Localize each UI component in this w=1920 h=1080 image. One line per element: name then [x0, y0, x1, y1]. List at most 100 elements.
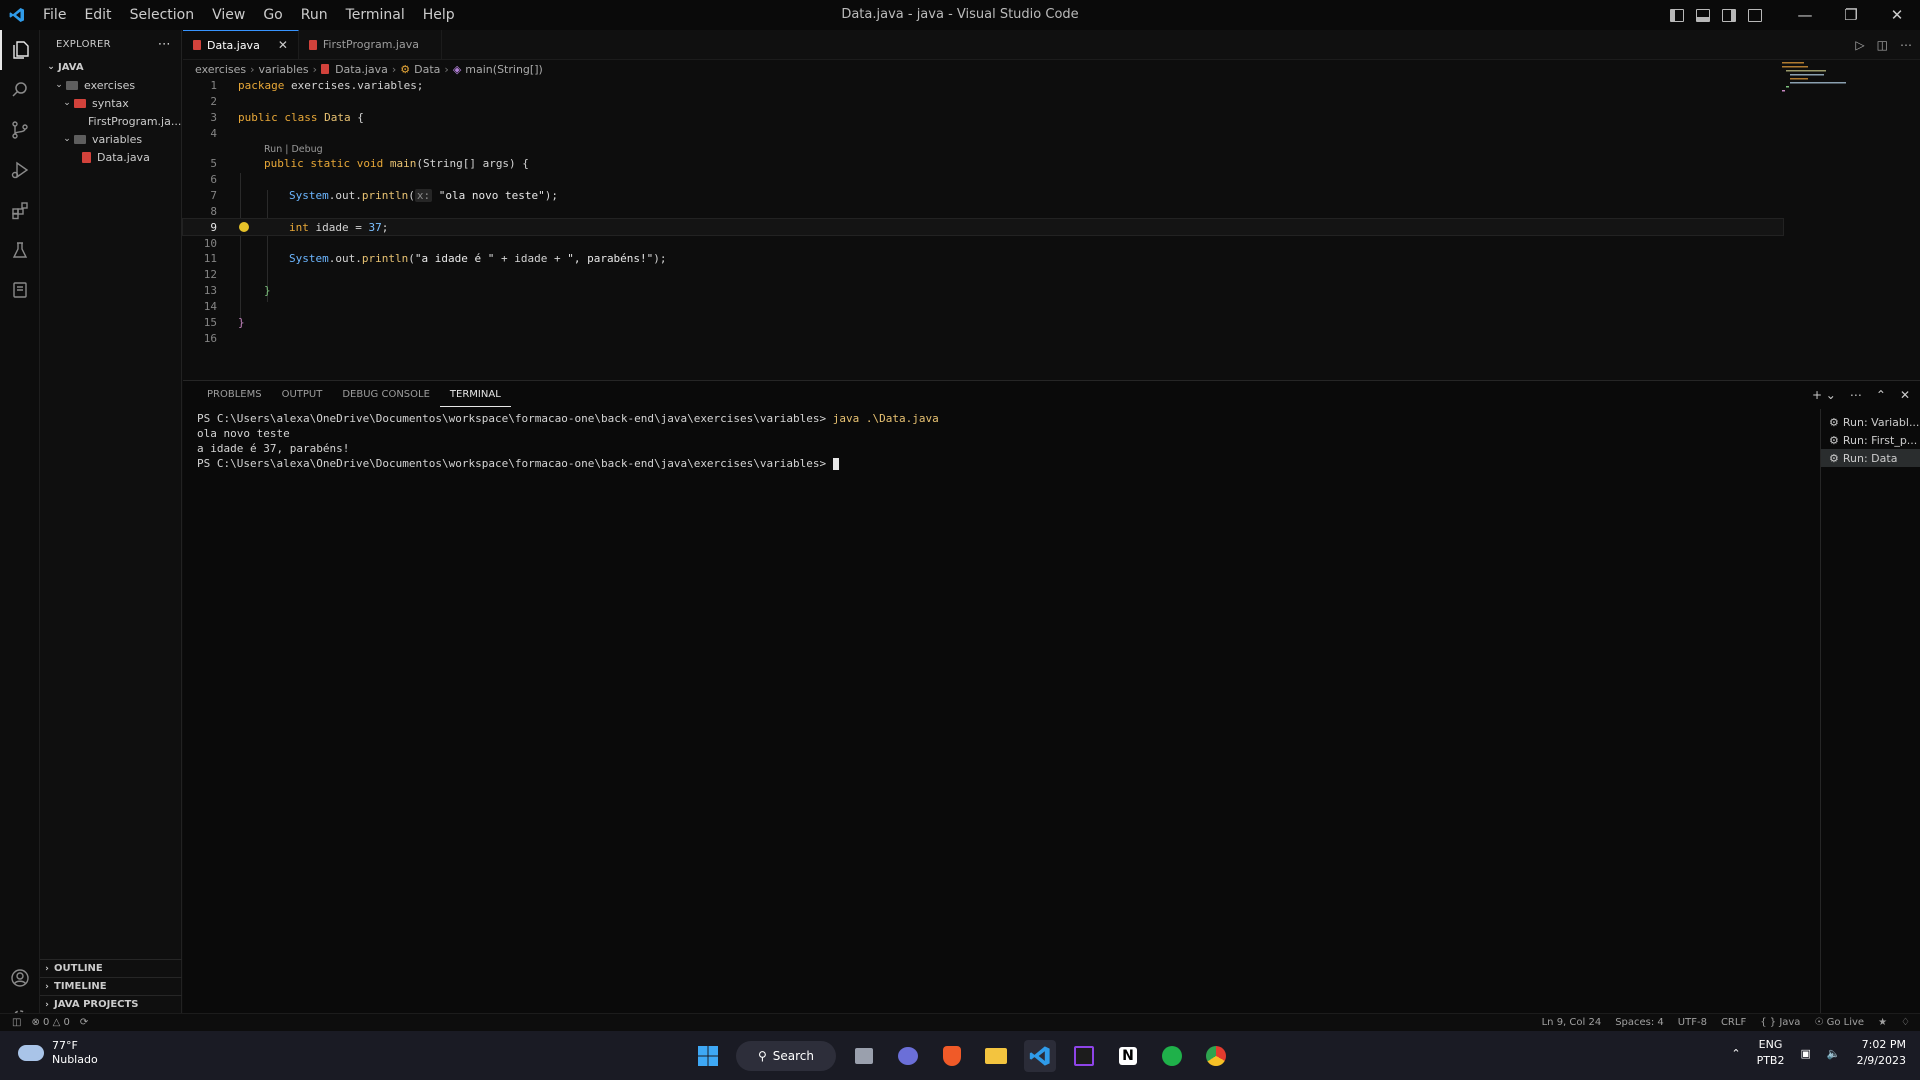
remote-icon[interactable]: ◫: [12, 1017, 21, 1028]
teams-chat-icon[interactable]: [892, 1040, 924, 1072]
network-icon[interactable]: ▣: [1800, 1047, 1810, 1060]
source-control-icon[interactable]: [0, 110, 40, 150]
windows-start-icon[interactable]: [692, 1040, 724, 1072]
tab-output[interactable]: OUTPUT: [272, 381, 333, 409]
chevron-right-icon: ›: [45, 963, 49, 974]
java-projects-pane[interactable]: › JAVA PROJECTS: [40, 995, 182, 1013]
editor-more-icon[interactable]: ⋯: [1900, 38, 1912, 52]
weather-widget[interactable]: 77°F Nublado: [18, 1039, 98, 1067]
code-line: 8: [183, 203, 1783, 219]
feedback-icon[interactable]: ★: [1878, 1017, 1887, 1028]
problems-status[interactable]: ⊗ 0 △ 0: [31, 1017, 69, 1028]
line-text: }: [238, 316, 245, 330]
split-editor-icon[interactable]: ◫: [1877, 38, 1888, 52]
menu-run[interactable]: Run: [292, 0, 337, 30]
maximize-panel-icon[interactable]: ⌃: [1876, 388, 1886, 402]
tree-item-data[interactable]: Data.java: [40, 148, 181, 166]
menu-edit[interactable]: Edit: [75, 0, 120, 30]
encoding[interactable]: UTF-8: [1678, 1017, 1707, 1028]
terminal-item[interactable]: ⚙ Run: Variabl...: [1821, 413, 1920, 431]
language-mode[interactable]: { } Java: [1760, 1017, 1800, 1028]
code-line: 4 Run | Debug: [183, 126, 1783, 156]
intellij-icon[interactable]: [1068, 1040, 1100, 1072]
extensions-icon[interactable]: [0, 190, 40, 230]
terminal-item[interactable]: ⚙ Run: First_p...: [1821, 431, 1920, 449]
java-projects-icon[interactable]: [0, 270, 40, 310]
code-line: 16: [183, 330, 1783, 346]
toggle-secondary-sidebar-icon[interactable]: [1722, 8, 1736, 22]
testing-icon[interactable]: [0, 230, 40, 270]
error-count: 0: [43, 1017, 50, 1028]
breadcrumb-item[interactable]: main(String[]): [465, 63, 542, 76]
notion-icon[interactable]: N: [1112, 1040, 1144, 1072]
menu-view[interactable]: View: [203, 0, 254, 30]
indentation[interactable]: Spaces: 4: [1615, 1017, 1664, 1028]
warning-count: 0: [63, 1017, 70, 1028]
task-view-icon[interactable]: [848, 1040, 880, 1072]
tray-overflow-chevron-icon[interactable]: ⌃: [1731, 1047, 1740, 1060]
run-debug-icon[interactable]: [0, 150, 40, 190]
minimize-button[interactable]: —: [1782, 0, 1828, 30]
file-explorer-icon[interactable]: [980, 1040, 1012, 1072]
panel-more-icon[interactable]: ⋯: [1850, 388, 1862, 402]
menu-help[interactable]: Help: [414, 0, 464, 30]
input-language[interactable]: ENG PTB2: [1757, 1037, 1785, 1069]
tree-root[interactable]: ⌄ JAVA: [40, 58, 181, 76]
go-live-button[interactable]: ☉ Go Live: [1814, 1017, 1864, 1028]
code-editor[interactable]: 1 package exercises.variables; 2 3 publi…: [182, 78, 1784, 346]
tab-debug-console[interactable]: DEBUG CONSOLE: [332, 381, 440, 409]
editor-tabs: Data.java ✕ FirstProgram.java: [183, 30, 1920, 60]
evernote-icon[interactable]: [1156, 1040, 1188, 1072]
more-actions-icon[interactable]: ⋯: [158, 37, 171, 52]
run-file-icon[interactable]: ▷: [1855, 38, 1864, 52]
close-tab-icon[interactable]: ✕: [278, 38, 288, 52]
outline-pane[interactable]: › OUTLINE: [40, 959, 182, 977]
terminal-item-active[interactable]: ⚙ Run: Data: [1821, 449, 1920, 467]
tree-item-syntax[interactable]: ⌄ syntax: [40, 94, 181, 112]
chrome-icon[interactable]: [1200, 1040, 1232, 1072]
notifications-bell-icon[interactable]: ♢: [1901, 1017, 1910, 1028]
toggle-panel-icon[interactable]: [1696, 8, 1710, 22]
tree-item-exercises[interactable]: ⌄ exercises: [40, 76, 181, 94]
breadcrumb-item[interactable]: Data.java: [335, 63, 388, 76]
toggle-primary-sidebar-icon[interactable]: [1670, 8, 1684, 22]
tree-item-variables[interactable]: ⌄ variables: [40, 130, 181, 148]
tab-terminal[interactable]: TERMINAL: [439, 384, 511, 407]
port-icon[interactable]: ⟳: [80, 1017, 88, 1028]
close-panel-icon[interactable]: ✕: [1900, 388, 1910, 402]
tab-problems[interactable]: PROBLEMS: [197, 381, 272, 409]
minimap[interactable]: [1780, 60, 1860, 120]
tab-data-java[interactable]: Data.java ✕: [183, 30, 299, 59]
volume-icon[interactable]: 🔈: [1827, 1047, 1841, 1060]
breadcrumb-item[interactable]: exercises: [195, 63, 246, 76]
run-debug-codelens[interactable]: Run | Debug: [264, 144, 323, 155]
explorer-title: EXPLORER: [56, 38, 111, 50]
tree-item-firstprogram[interactable]: FirstProgram.ja...: [40, 112, 181, 130]
brave-browser-icon[interactable]: [936, 1040, 968, 1072]
accounts-icon[interactable]: [0, 958, 40, 998]
vscode-taskbar-icon[interactable]: [1024, 1039, 1056, 1072]
customize-layout-icon[interactable]: [1748, 8, 1762, 22]
explorer-icon[interactable]: [0, 30, 40, 70]
lightbulb-icon[interactable]: [239, 222, 249, 233]
title-bar: File Edit Selection View Go Run Terminal…: [0, 0, 1920, 30]
tab-firstprogram-java[interactable]: FirstProgram.java: [299, 30, 442, 59]
search-icon[interactable]: [0, 70, 40, 110]
system-clock[interactable]: 7:02 PM 2/9/2023: [1857, 1037, 1906, 1069]
terminal-output[interactable]: PS C:\Users\alexa\OneDrive\Documentos\wo…: [197, 411, 939, 471]
breadcrumb-item[interactable]: Data: [414, 63, 440, 76]
line-ending[interactable]: CRLF: [1721, 1017, 1746, 1028]
token: println: [361, 188, 409, 202]
new-terminal-icon[interactable]: + ⌄: [1812, 388, 1836, 402]
breadcrumb-item[interactable]: variables: [259, 63, 309, 76]
menu-file[interactable]: File: [34, 0, 75, 30]
close-window-button[interactable]: ✕: [1874, 0, 1920, 30]
taskbar-search[interactable]: ⚲ Search: [736, 1040, 836, 1071]
menu-go[interactable]: Go: [254, 0, 291, 30]
timeline-pane[interactable]: › TIMELINE: [40, 977, 182, 995]
cursor-position[interactable]: Ln 9, Col 24: [1542, 1017, 1602, 1028]
menu-terminal[interactable]: Terminal: [337, 0, 414, 30]
token: "a idade é ": [414, 252, 495, 266]
menu-selection[interactable]: Selection: [121, 0, 204, 30]
restore-button[interactable]: ❐: [1828, 0, 1874, 30]
